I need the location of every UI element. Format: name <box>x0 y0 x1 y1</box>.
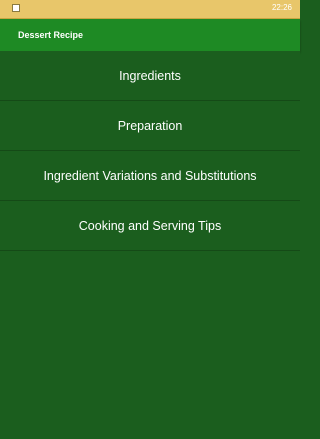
menu-item-preparation[interactable]: Preparation <box>0 101 300 151</box>
menu-item-label: Ingredient Variations and Substitutions <box>43 169 257 183</box>
status-time: 22:26 <box>271 3 292 12</box>
divider <box>0 250 300 251</box>
menu-item-variations[interactable]: Ingredient Variations and Substitutions <box>0 151 300 201</box>
menu-item-label: Preparation <box>117 119 183 133</box>
menu-list: Ingredients Preparation Ingredient Varia… <box>0 51 300 439</box>
app-bar: Dessert Recipe <box>0 19 300 51</box>
status-bar: 22:26 <box>0 0 300 19</box>
notification-icon <box>12 4 20 12</box>
app-title: Dessert Recipe <box>18 30 84 40</box>
menu-item-label: Ingredients <box>119 69 181 83</box>
menu-item-ingredients[interactable]: Ingredients <box>0 51 300 101</box>
menu-item-label: Cooking and Serving Tips <box>78 219 222 233</box>
menu-item-tips[interactable]: Cooking and Serving Tips <box>0 201 300 251</box>
